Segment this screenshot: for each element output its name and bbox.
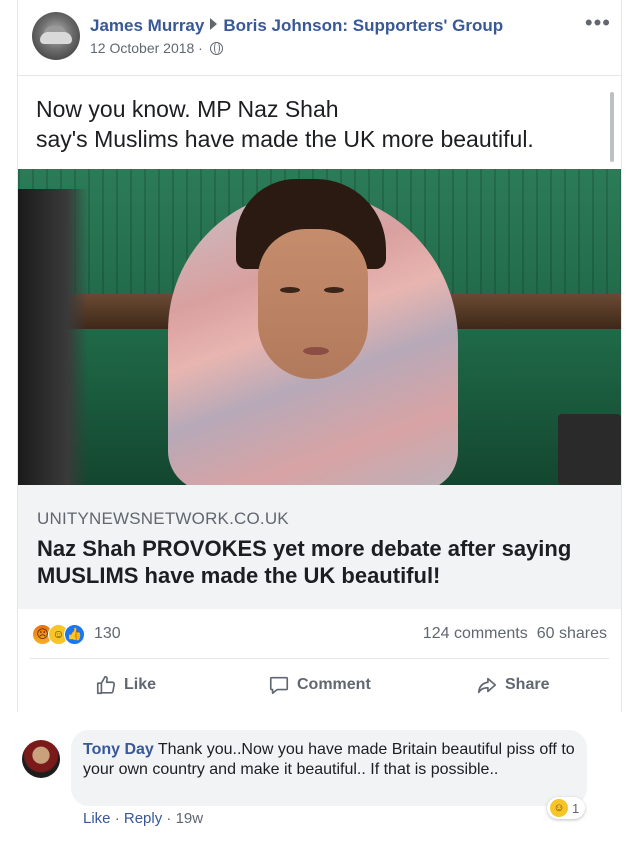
like-button[interactable]: Like	[95, 662, 156, 708]
comment-text: Tony Day Thank you..Now you have made Bri…	[83, 740, 583, 780]
commenter-name[interactable]: Tony Day	[83, 741, 154, 758]
scrollbar[interactable]	[610, 92, 614, 162]
group-name[interactable]: Boris Johnson: Supporters' Group	[223, 16, 503, 35]
comment-reaction-count: 1	[572, 800, 580, 816]
link-domain: UNITYNEWSNETWORK.CO.UK	[37, 509, 289, 528]
share-button[interactable]: Share	[476, 662, 549, 708]
link-preview-image[interactable]	[18, 169, 621, 485]
reaction-count[interactable]: 130	[94, 625, 121, 643]
commenter-avatar[interactable]	[22, 740, 60, 778]
haha-reaction-icon: ☺	[550, 799, 568, 817]
comment: Tony Day Thank you..Now you have made Bri…	[0, 712, 636, 853]
thumbs-up-icon	[96, 675, 116, 695]
shares-count[interactable]: 60 shares	[537, 625, 607, 642]
post-card: James Murray Boris Johnson: Supporters' G…	[17, 0, 622, 712]
comment-button[interactable]: Comment	[268, 662, 371, 708]
author-avatar[interactable]	[32, 12, 80, 60]
author-name[interactable]: James Murray	[90, 16, 204, 35]
share-arrow-icon	[477, 677, 497, 694]
share-label: Share	[505, 676, 550, 693]
post-header: James Murray Boris Johnson: Supporters' G…	[90, 16, 503, 36]
link-title[interactable]: Naz Shah PROVOKES yet more debate after …	[37, 535, 607, 589]
divider	[30, 658, 609, 659]
like-reaction-icon: 👍	[64, 624, 85, 645]
comment-meta: Like · Reply · 19w	[83, 810, 204, 827]
post-date[interactable]: 12 October 2018 ·	[90, 40, 203, 56]
post-stats: 124 comments 60 shares	[423, 625, 607, 643]
triangle-right-icon	[210, 18, 218, 30]
comment-label: Comment	[297, 676, 371, 693]
comment-like-link[interactable]: Like	[83, 810, 111, 827]
comment-reactions[interactable]: ☺ 1	[547, 797, 586, 819]
comment-reply-link[interactable]: Reply	[124, 810, 162, 827]
post-text-line: Now you know. MP Naz Shah	[36, 96, 339, 122]
post-text: Now you know. MP Naz Shah say's Muslims …	[36, 94, 596, 154]
comment-time[interactable]: 19w	[176, 810, 204, 827]
post-actions: Like Comment Share	[18, 662, 621, 710]
post-text-line: say's Muslims have made the UK more beau…	[36, 126, 534, 152]
post-date-line: 12 October 2018 ·	[90, 40, 223, 56]
comment-body: Thank you..Now you have made Britain bea…	[83, 741, 575, 778]
comment-icon	[269, 676, 289, 695]
comments-count[interactable]: 124 comments	[423, 625, 528, 642]
like-label: Like	[124, 676, 157, 693]
more-options-icon[interactable]: •••	[585, 10, 611, 36]
globe-icon	[209, 42, 223, 55]
divider	[18, 75, 621, 76]
